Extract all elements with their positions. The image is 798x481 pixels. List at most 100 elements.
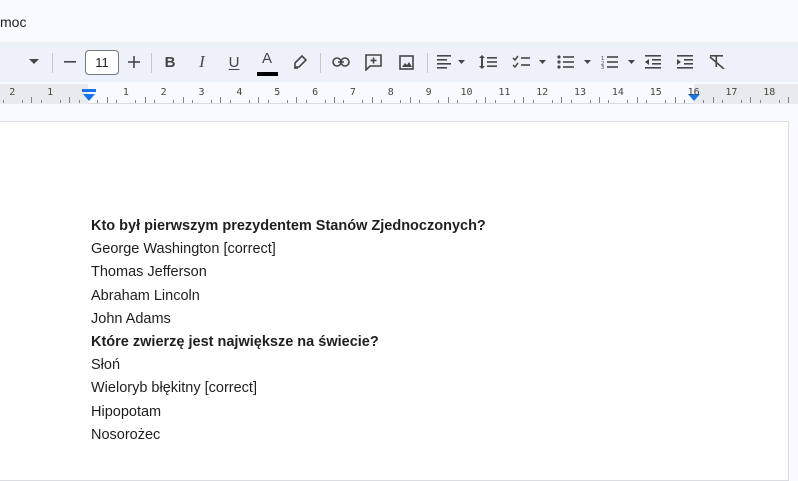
ruler-label: 6 [312, 87, 318, 98]
ruler-tick [60, 100, 61, 103]
ruler-label: 1 [47, 87, 53, 98]
ruler-tick [287, 100, 288, 103]
toolbar-divider [151, 53, 152, 73]
align-left-icon[interactable] [435, 42, 467, 82]
ruler-tick [561, 97, 562, 103]
document-page[interactable]: Kto był pierwszym prezydentem Stanów Zje… [0, 121, 789, 481]
ruler-label: 10 [460, 87, 472, 98]
ruler-tick [523, 97, 524, 103]
ruler-tick [571, 100, 572, 103]
ruler-tick [154, 100, 155, 103]
numbered-list-icon[interactable]: 123 [599, 42, 637, 82]
ruler-label: 13 [574, 87, 586, 98]
highlighter-icon[interactable] [290, 42, 310, 82]
ruler-tick [608, 100, 609, 103]
ruler-tick [220, 97, 221, 103]
answer-line[interactable]: Słoń [91, 354, 486, 377]
answer-line[interactable]: George Washington [correct] [91, 238, 486, 261]
question-line[interactable]: Które zwierzę jest największe na świecie… [91, 331, 486, 354]
ruler-tick [79, 100, 80, 103]
ruler-tick [665, 100, 666, 103]
ruler-tick [779, 100, 780, 103]
ruler-tick [69, 97, 70, 103]
ruler-label: 7 [350, 87, 356, 98]
ruler-tick [230, 100, 231, 103]
ruler-tick [192, 100, 193, 103]
text-color-icon[interactable]: A [256, 50, 278, 76]
increase-indent-icon[interactable] [674, 42, 696, 82]
answer-line[interactable]: Abraham Lincoln [91, 285, 486, 308]
answer-line[interactable]: Wieloryb błękitny [correct] [91, 377, 486, 400]
answer-line[interactable]: John Adams [91, 308, 486, 331]
ruler-label: 11 [498, 87, 510, 98]
ruler-label: 4 [236, 87, 242, 98]
checklist-icon[interactable] [510, 42, 548, 82]
insert-image-icon[interactable] [395, 42, 417, 82]
ruler-tick [552, 100, 553, 103]
ruler-tick [22, 100, 23, 103]
ruler-tick [107, 97, 108, 103]
font-dropdown-chevron-down-icon[interactable] [24, 42, 44, 82]
ruler-tick [457, 100, 458, 103]
ruler-tick [760, 100, 761, 103]
answer-line[interactable]: Thomas Jefferson [91, 261, 486, 284]
ruler-tick [684, 100, 685, 103]
ruler-tick [362, 100, 363, 103]
ruler-label: 1 [123, 87, 129, 98]
ruler-label: 5 [274, 87, 280, 98]
ruler-tick [514, 100, 515, 103]
svg-text:3: 3 [601, 65, 604, 69]
ruler-tick [741, 100, 742, 103]
ruler-tick [249, 100, 250, 103]
horizontal-ruler[interactable]: 21123456789101112131415161718 [0, 84, 798, 104]
ruler-label: 14 [612, 87, 624, 98]
toolbar: 11 B I U A 123 [0, 42, 798, 82]
toolbar-divider [52, 53, 53, 73]
bold-icon[interactable]: B [160, 42, 180, 82]
ruler-tick [485, 97, 486, 103]
bulleted-list-icon[interactable] [555, 42, 593, 82]
plus-icon[interactable] [124, 42, 144, 82]
ruler-tick [713, 97, 714, 103]
link-icon[interactable] [330, 42, 352, 82]
menu-help[interactable]: moc [0, 14, 26, 30]
ruler-tick [646, 100, 647, 103]
ruler-tick [703, 100, 704, 103]
first-line-indent-marker-icon[interactable] [82, 89, 96, 103]
decrease-indent-icon[interactable] [642, 42, 664, 82]
line-spacing-icon[interactable] [477, 42, 499, 82]
font-size-input[interactable]: 11 [85, 50, 119, 75]
ruler-tick [400, 100, 401, 103]
ruler-tick [334, 97, 335, 103]
minus-icon[interactable] [60, 42, 80, 82]
answer-line[interactable]: Hipopotam [91, 401, 486, 424]
ruler-label: 8 [388, 87, 394, 98]
clear-formatting-icon[interactable] [706, 42, 728, 82]
ruler-label: 18 [763, 87, 775, 98]
answer-line[interactable]: Nosorożec [91, 424, 486, 447]
ruler-tick [211, 100, 212, 103]
ruler-tick [675, 97, 676, 103]
ruler-label: 17 [725, 87, 737, 98]
question-line[interactable]: Kto był pierwszym prezydentem Stanów Zje… [91, 215, 486, 238]
ruler-tick [116, 100, 117, 103]
document-body[interactable]: Kto był pierwszym prezydentem Stanów Zje… [91, 215, 486, 447]
ruler-label: 15 [650, 87, 662, 98]
ruler-tick [183, 97, 184, 103]
underline-icon[interactable]: U [224, 42, 244, 82]
ruler-label: 2 [161, 87, 167, 98]
ruler-label: 16 [688, 87, 700, 98]
add-comment-icon[interactable] [362, 42, 384, 82]
ruler-tick [31, 97, 32, 103]
ruler-tick [3, 100, 4, 103]
text-color-swatch [257, 72, 278, 76]
ruler-tick [258, 97, 259, 103]
ruler-tick [135, 100, 136, 103]
ruler-tick [750, 97, 751, 103]
ruler-tick [145, 97, 146, 103]
ruler-label: 12 [536, 87, 548, 98]
ruler-tick [410, 97, 411, 103]
ruler-tick [476, 100, 477, 103]
italic-icon[interactable]: I [192, 42, 212, 82]
ruler-tick [372, 97, 373, 103]
